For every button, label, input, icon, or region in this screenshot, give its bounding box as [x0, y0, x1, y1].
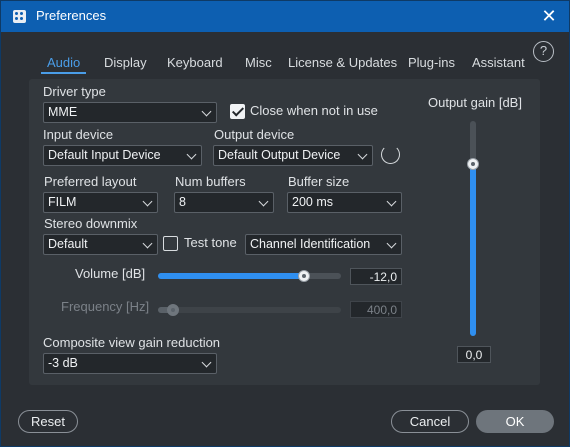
chevron-down-icon [386, 238, 397, 249]
output-gain-slider-fill [470, 164, 476, 336]
composite-gain-label: Composite view gain reduction [43, 335, 221, 350]
close-icon[interactable]: ✕ [539, 6, 559, 26]
tab-plug-ins[interactable]: Plug-ins [408, 55, 455, 70]
stereo-downmix-label: Stereo downmix [44, 216, 138, 231]
buffer-size-label: Buffer size [288, 174, 350, 189]
output-device-value: Default Output Device [218, 148, 341, 162]
tab-audio[interactable]: Audio [40, 55, 87, 74]
preferred-layout-select[interactable]: FILM [43, 192, 158, 213]
frequency-slider-thumb [166, 304, 179, 316]
close-when-not-in-use-label: Close when not in use [250, 103, 378, 118]
driver-type-select[interactable]: MME [43, 102, 217, 123]
output-gain-slider-thumb[interactable] [467, 158, 479, 170]
window-title: Preferences [36, 8, 107, 23]
buffer-size-value: 200 ms [292, 195, 333, 209]
input-device-label: Input device [43, 127, 114, 142]
chevron-down-icon [142, 196, 153, 207]
title-bar: Preferences ✕ [1, 1, 569, 32]
test-tone-mode-value: Channel Identification [250, 237, 371, 251]
preferences-window: Preferences ✕ ? Audio Display Keyboard M… [0, 0, 570, 447]
volume-value[interactable]: -12,0 [350, 268, 402, 285]
tab-license-updates[interactable]: License & Updates [288, 55, 397, 70]
preferred-layout-value: FILM [48, 195, 77, 209]
help-icon[interactable]: ? [533, 41, 554, 62]
tab-display[interactable]: Display [104, 55, 147, 70]
chevron-down-icon [258, 196, 269, 207]
output-gain-value[interactable]: 0,0 [457, 346, 491, 363]
frequency-slider [158, 304, 341, 316]
stereo-downmix-value: Default [48, 237, 88, 251]
frequency-value: 400,0 [350, 301, 402, 318]
preferred-layout-label: Preferred layout [44, 174, 137, 189]
test-tone-label: Test tone [184, 235, 237, 250]
tab-keyboard[interactable]: Keyboard [167, 55, 223, 70]
chevron-down-icon [386, 196, 397, 207]
input-device-value: Default Input Device [48, 148, 161, 162]
driver-type-label: Driver type [43, 84, 106, 99]
volume-slider[interactable] [158, 270, 341, 282]
chevron-down-icon [186, 149, 197, 160]
output-device-select[interactable]: Default Output Device [213, 145, 373, 166]
refresh-devices-icon[interactable] [381, 145, 400, 164]
buffer-size-select[interactable]: 200 ms [287, 192, 402, 213]
chevron-down-icon [201, 357, 212, 368]
composite-gain-select[interactable]: -3 dB [43, 353, 217, 374]
driver-type-value: MME [48, 105, 78, 119]
chevron-down-icon [357, 149, 368, 160]
test-tone-checkbox[interactable] [163, 236, 178, 251]
test-tone-mode-select[interactable]: Channel Identification [245, 234, 402, 255]
output-gain-slider[interactable] [467, 121, 479, 336]
num-buffers-select[interactable]: 8 [174, 192, 274, 213]
num-buffers-value: 8 [179, 195, 186, 209]
volume-slider-fill [158, 273, 305, 279]
volume-label: Volume [dB] [75, 266, 146, 281]
chevron-down-icon [201, 106, 212, 117]
ok-button[interactable]: OK [476, 410, 554, 433]
frequency-label: Frequency [Hz] [61, 299, 150, 314]
stereo-downmix-select[interactable]: Default [43, 234, 158, 255]
cancel-button[interactable]: Cancel [391, 410, 469, 433]
reset-button[interactable]: Reset [18, 410, 78, 433]
composite-gain-value: -3 dB [48, 356, 78, 370]
chevron-down-icon [142, 238, 153, 249]
input-device-select[interactable]: Default Input Device [43, 145, 202, 166]
tab-misc[interactable]: Misc [245, 55, 272, 70]
app-icon [13, 10, 26, 23]
close-when-not-in-use-checkbox[interactable] [230, 104, 245, 119]
num-buffers-label: Num buffers [175, 174, 246, 189]
output-gain-label: Output gain [dB] [428, 95, 522, 110]
tab-assistant[interactable]: Assistant [472, 55, 525, 70]
output-device-label: Output device [214, 127, 295, 142]
